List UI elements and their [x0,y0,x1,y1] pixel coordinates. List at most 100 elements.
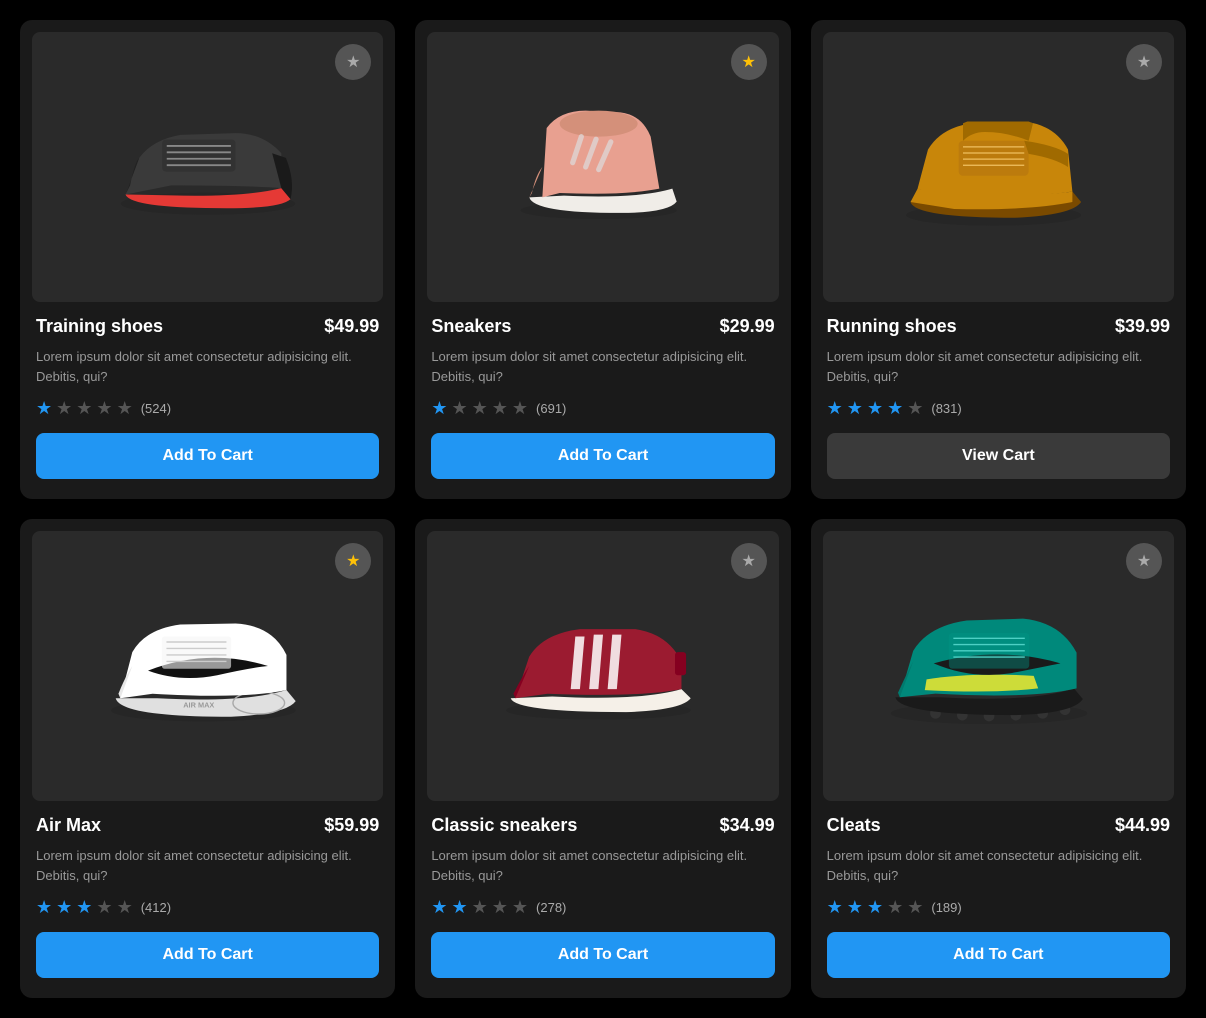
star-filled: ★ [76,897,92,918]
product-price: $49.99 [324,316,379,337]
card-title-row: Sneakers $29.99 [431,316,774,337]
favorite-star-icon: ★ [741,551,755,571]
add-to-cart-button[interactable]: Add To Cart [36,932,379,978]
product-description: Lorem ipsum dolor sit amet consectetur a… [827,846,1170,885]
star-empty: ★ [907,398,923,419]
rating-count: (412) [141,900,171,915]
card-body: Training shoes $49.99 Lorem ipsum dolor … [32,302,383,487]
product-price: $29.99 [720,316,775,337]
star-empty: ★ [117,398,133,419]
product-image-wrapper: ★ [823,531,1174,801]
product-price: $34.99 [720,815,775,836]
product-image-wrapper: ★ [427,32,778,302]
product-title: Training shoes [36,316,163,337]
add-to-cart-button[interactable]: Add To Cart [827,932,1170,978]
product-image-wrapper: AIR MAX ★ [32,531,383,801]
shoe-image [427,32,778,302]
product-description: Lorem ipsum dolor sit amet consectetur a… [827,347,1170,386]
star-filled: ★ [36,398,52,419]
card-title-row: Air Max $59.99 [36,815,379,836]
favorite-button[interactable]: ★ [1126,543,1162,579]
card-body: Running shoes $39.99 Lorem ipsum dolor s… [823,302,1174,487]
shoe-image [823,32,1174,302]
product-rating: ★★★★★ (189) [827,897,1170,918]
rating-count: (831) [931,401,961,416]
product-card-air-max: AIR MAX ★ Air Max $59.99 Lorem ipsum dol… [20,519,395,998]
product-card-sneakers: ★ Sneakers $29.99 Lorem ipsum dolor sit … [415,20,790,499]
add-to-cart-button[interactable]: Add To Cart [36,433,379,479]
product-description: Lorem ipsum dolor sit amet consectetur a… [36,846,379,885]
star-empty: ★ [512,897,528,918]
product-grid: ★ Training shoes $49.99 Lorem ipsum dolo… [20,20,1186,998]
product-card-classic-sneakers: ★ Classic sneakers $34.99 Lorem ipsum do… [415,519,790,998]
star-empty: ★ [451,398,467,419]
favorite-button[interactable]: ★ [731,543,767,579]
star-empty: ★ [96,897,112,918]
card-body: Air Max $59.99 Lorem ipsum dolor sit ame… [32,801,383,986]
favorite-button[interactable]: ★ [731,44,767,80]
favorite-button[interactable]: ★ [1126,44,1162,80]
star-empty: ★ [472,398,488,419]
star-filled: ★ [431,897,447,918]
star-filled: ★ [887,398,903,419]
shoe-image [427,531,778,801]
card-title-row: Running shoes $39.99 [827,316,1170,337]
star-filled: ★ [867,897,883,918]
product-rating: ★★★★★ (278) [431,897,774,918]
star-filled: ★ [827,897,843,918]
product-title: Sneakers [431,316,511,337]
star-filled: ★ [36,897,52,918]
rating-count: (278) [536,900,566,915]
product-rating: ★★★★★ (831) [827,398,1170,419]
add-to-cart-button[interactable]: Add To Cart [431,932,774,978]
product-rating: ★★★★★ (412) [36,897,379,918]
product-card-running-shoes: ★ Running shoes $39.99 Lorem ipsum dolor… [811,20,1186,499]
star-filled: ★ [451,897,467,918]
product-rating: ★★★★★ (691) [431,398,774,419]
product-title: Cleats [827,815,881,836]
card-body: Sneakers $29.99 Lorem ipsum dolor sit am… [427,302,778,487]
card-title-row: Cleats $44.99 [827,815,1170,836]
favorite-star-icon: ★ [346,52,360,72]
star-empty: ★ [472,897,488,918]
shoe-image: AIR MAX [32,531,383,801]
product-card-cleats: ★ Cleats $44.99 Lorem ipsum dolor sit am… [811,519,1186,998]
add-to-cart-button[interactable]: Add To Cart [431,433,774,479]
star-filled: ★ [867,398,883,419]
view-cart-button[interactable]: View Cart [827,433,1170,479]
favorite-star-icon: ★ [346,551,360,571]
star-filled: ★ [847,398,863,419]
product-description: Lorem ipsum dolor sit amet consectetur a… [431,846,774,885]
product-card-training-shoes: ★ Training shoes $49.99 Lorem ipsum dolo… [20,20,395,499]
star-empty: ★ [96,398,112,419]
star-empty: ★ [117,897,133,918]
product-price: $44.99 [1115,815,1170,836]
favorite-star-icon: ★ [1137,52,1151,72]
rating-count: (189) [931,900,961,915]
star-empty: ★ [492,398,508,419]
product-image-wrapper: ★ [823,32,1174,302]
star-empty: ★ [56,398,72,419]
star-empty: ★ [76,398,92,419]
star-empty: ★ [512,398,528,419]
product-title: Running shoes [827,316,957,337]
star-filled: ★ [431,398,447,419]
star-filled: ★ [847,897,863,918]
card-title-row: Classic sneakers $34.99 [431,815,774,836]
product-title: Air Max [36,815,101,836]
product-description: Lorem ipsum dolor sit amet consectetur a… [431,347,774,386]
card-body: Classic sneakers $34.99 Lorem ipsum dolo… [427,801,778,986]
product-price: $59.99 [324,815,379,836]
product-image-wrapper: ★ [32,32,383,302]
product-title: Classic sneakers [431,815,577,836]
rating-count: (691) [536,401,566,416]
favorite-star-icon: ★ [741,52,755,72]
star-empty: ★ [492,897,508,918]
card-body: Cleats $44.99 Lorem ipsum dolor sit amet… [823,801,1174,986]
card-title-row: Training shoes $49.99 [36,316,379,337]
shoe-image [823,531,1174,801]
star-filled: ★ [827,398,843,419]
star-empty: ★ [887,897,903,918]
product-image-wrapper: ★ [427,531,778,801]
svg-text:AIR MAX: AIR MAX [183,701,214,710]
